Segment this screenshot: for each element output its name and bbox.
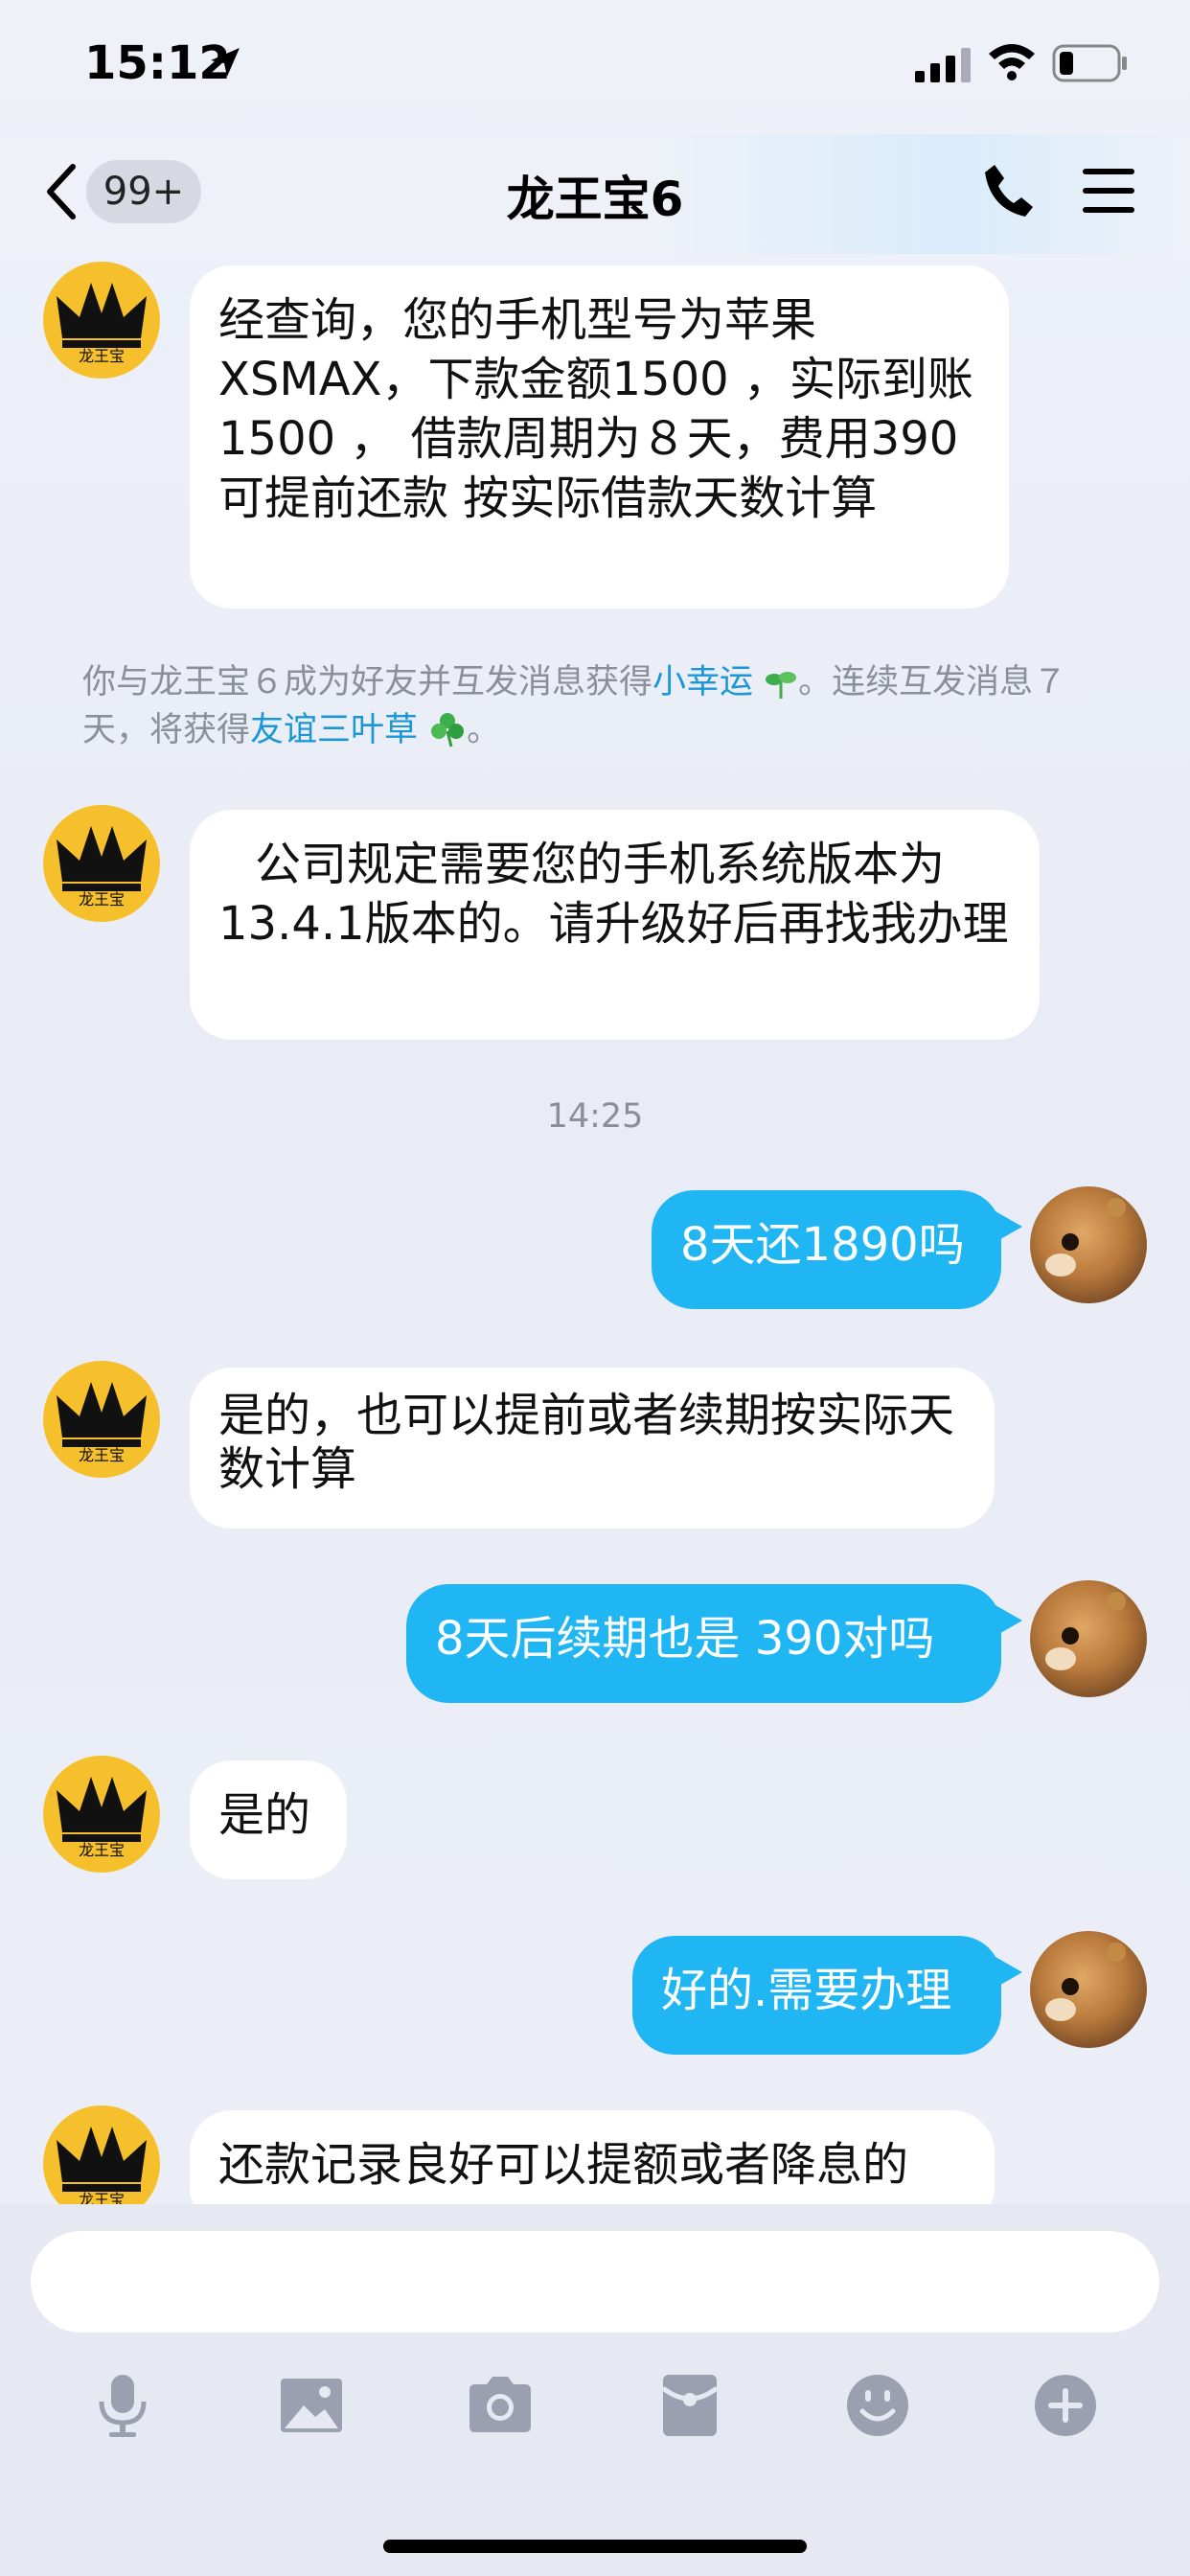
phone-icon[interactable]	[981, 161, 1035, 218]
lucky-link[interactable]: 小幸运	[652, 663, 753, 702]
my-avatar[interactable]	[1030, 1931, 1147, 2048]
bot-avatar[interactable]: 龙王宝	[43, 1756, 160, 1873]
incoming-message-bubble[interactable]: 是的	[190, 1760, 347, 1879]
bear-avatar-icon	[1045, 1198, 1126, 1276]
message-text: 还款记录良好可以提额或者降息的	[218, 2138, 909, 2192]
bot-avatar[interactable]: 龙王宝	[43, 262, 160, 379]
message-text: 公司规定需要您的手机系统版本为13.4.1版本的。请升级好后再找我办理	[218, 838, 1009, 951]
outgoing-message-bubble[interactable]: 好的.需要办理	[632, 1936, 1022, 2055]
home-indicator	[383, 2540, 807, 2553]
red-packet-icon[interactable]	[652, 2367, 728, 2444]
bubble-tail	[995, 1957, 1022, 1988]
bot-avatar[interactable]: 龙王宝	[43, 1361, 160, 1478]
emoji-icon[interactable]	[839, 2367, 916, 2444]
bubble-tail	[995, 1211, 1022, 1242]
incoming-message-bubble[interactable]: 公司规定需要您的手机系统版本为13.4.1版本的。请升级好后再找我办理	[190, 810, 1040, 1040]
image-icon[interactable]	[273, 2367, 350, 2444]
battery-icon	[1052, 44, 1127, 82]
notice-text: 你与龙王宝６成为好友并互发消息获得	[82, 663, 653, 702]
message-text: 好的.需要办理	[661, 1964, 952, 2017]
plus-icon[interactable]	[1027, 2367, 1104, 2444]
crown-icon: 龙王宝	[57, 2127, 147, 2204]
friendship-clover-link[interactable]: 友谊三叶草	[250, 711, 418, 749]
avatar-label: 龙王宝	[79, 1841, 125, 1859]
incoming-message-bubble[interactable]: 还款记录良好可以提额或者降息的	[190, 2110, 995, 2204]
signal-icon	[915, 48, 971, 82]
bot-avatar[interactable]: 龙王宝	[43, 2105, 160, 2204]
status-bar: 15:12	[0, 0, 1190, 134]
my-avatar[interactable]	[1030, 1580, 1147, 1697]
message-list[interactable]: 龙王宝 经查询，您的手机型号为苹果XSMAX，下款金额1500 ，实际到账150…	[0, 254, 1190, 2204]
bear-avatar-icon	[1045, 1592, 1126, 1670]
wifi-icon	[989, 44, 1035, 80]
clover-icon	[431, 713, 465, 748]
outgoing-message-bubble[interactable]: 8天还1890吗	[652, 1190, 1022, 1309]
chat-header: 99+ 龙王宝6	[0, 134, 1190, 254]
bot-avatar[interactable]: 龙王宝	[43, 805, 160, 922]
message-timestamp: 14:25	[546, 1097, 644, 1136]
crown-icon: 龙王宝	[57, 826, 147, 908]
message-text: 是的	[218, 1788, 311, 1842]
sprout-icon	[766, 672, 797, 699]
bubble-tail	[995, 1605, 1022, 1636]
outgoing-message-bubble[interactable]: 8天后续期也是 390对吗	[406, 1584, 1022, 1703]
menu-icon[interactable]	[1081, 167, 1136, 215]
camera-icon[interactable]	[462, 2367, 538, 2444]
incoming-message-bubble[interactable]: 是的，也可以提前或者续期按实际天数计算	[190, 1368, 995, 1529]
message-input[interactable]	[31, 2231, 1159, 2333]
location-arrow-icon	[211, 48, 240, 77]
bear-avatar-icon	[1045, 1943, 1126, 2021]
input-area	[0, 2204, 1190, 2576]
message-text: 是的，也可以提前或者续期按实际天数计算	[218, 1389, 955, 1496]
avatar-label: 龙王宝	[79, 1446, 125, 1464]
my-avatar[interactable]	[1030, 1186, 1147, 1303]
avatar-label: 龙王宝	[79, 347, 125, 365]
crown-icon: 龙王宝	[57, 283, 147, 365]
message-text: 8天后续期也是 390对吗	[435, 1612, 935, 1666]
message-text: 8天还1890吗	[680, 1218, 965, 1272]
incoming-message-bubble[interactable]: 经查询，您的手机型号为苹果XSMAX，下款金额1500 ，实际到账1500 ， …	[190, 265, 1009, 609]
notice-text: 。	[467, 711, 501, 749]
avatar-label: 龙王宝	[79, 2191, 125, 2204]
avatar-label: 龙王宝	[79, 890, 125, 908]
crown-icon: 龙王宝	[57, 1777, 147, 1859]
system-notice: 你与龙王宝６成为好友并互发消息获得小幸运 。连续互发消息７天，将获得友谊三叶草 …	[82, 658, 1117, 754]
crown-icon: 龙王宝	[57, 1382, 147, 1464]
message-text: 经查询，您的手机型号为苹果XSMAX，下款金额1500 ，实际到账1500 ， …	[218, 293, 973, 525]
microphone-icon[interactable]	[84, 2367, 161, 2444]
